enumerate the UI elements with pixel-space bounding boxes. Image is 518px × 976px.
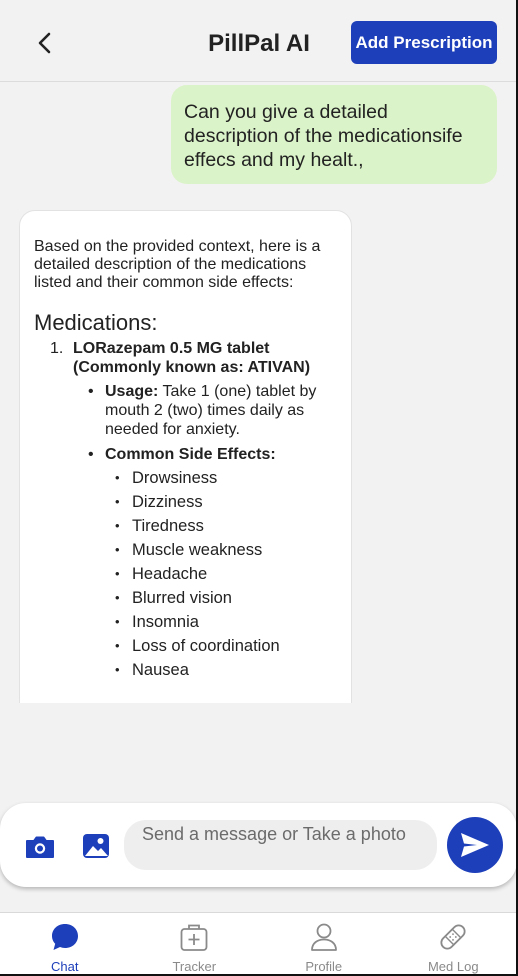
bullet-icon: • xyxy=(88,383,94,400)
medication-item: 1. LORazepam 0.5 MG tablet (Commonly kno… xyxy=(34,339,337,377)
tab-tracker[interactable]: Tracker xyxy=(130,913,260,976)
side-effect-item: • Insomnia xyxy=(115,613,199,631)
medication-number: 1. xyxy=(50,340,64,357)
tab-med-log[interactable]: Med Log xyxy=(389,913,518,976)
side-effect-item: • Headache xyxy=(115,565,208,583)
chat-messages[interactable]: Can you give a detailed description of t… xyxy=(0,83,518,703)
bullet-icon: • xyxy=(88,446,94,463)
medication-details: • Usage: Take 1 (one) tablet by mouth 2 … xyxy=(88,382,337,464)
user-message-text: Can you give a detailed description of t… xyxy=(184,101,463,171)
tab-label: Med Log xyxy=(427,959,479,974)
medications-heading: Medications: xyxy=(34,310,158,335)
tab-label: Profile xyxy=(305,959,343,974)
bot-message-bubble: Based on the provided context, here is a… xyxy=(19,210,352,703)
user-message-bubble: Can you give a detailed description of t… xyxy=(171,85,497,184)
side-effect-item: • Dizziness xyxy=(115,493,203,511)
side-effect-item: • Loss of coordination xyxy=(115,637,280,655)
medication-name: LORazepam 0.5 MG tablet (Commonly known … xyxy=(73,340,311,376)
side-effects-label: Common Side Effects: xyxy=(105,446,276,463)
image-icon xyxy=(83,834,109,858)
tab-profile[interactable]: Profile xyxy=(259,913,389,976)
side-effect-item: • Blurred vision xyxy=(115,589,232,607)
side-effect-item: • Nausea xyxy=(115,661,189,679)
status-bar xyxy=(0,0,518,8)
tab-label: Tracker xyxy=(172,959,217,974)
app-header: PillPal AI Add Prescription xyxy=(0,8,518,82)
send-button[interactable] xyxy=(447,817,503,873)
bandage-icon xyxy=(440,924,466,950)
bottom-tab-bar: Chat Tracker Profile Med Log xyxy=(0,912,518,976)
chat-bubble-icon xyxy=(51,924,78,950)
medication-list: 1. LORazepam 0.5 MG tablet (Commonly kno… xyxy=(34,339,337,682)
side-effect-item: • Muscle weakness xyxy=(115,541,263,559)
person-icon xyxy=(310,923,337,951)
usage-item: • Usage: Take 1 (one) tablet by mouth 2 … xyxy=(88,382,337,439)
add-prescription-button[interactable]: Add Prescription xyxy=(351,21,497,64)
gallery-button[interactable] xyxy=(81,831,111,861)
tab-chat[interactable]: Chat xyxy=(0,913,130,976)
tab-label: Chat xyxy=(51,959,79,974)
send-icon xyxy=(461,833,489,857)
message-input[interactable]: Send a message or Take a photo xyxy=(124,820,437,870)
medkit-icon xyxy=(180,924,208,951)
side-effect-item: • Tiredness xyxy=(115,517,204,535)
usage-label: Usage: xyxy=(105,383,159,400)
side-effects-list: • Drowsiness • Dizziness • Tiredness • Muscl… xyxy=(112,466,337,682)
camera-icon xyxy=(26,836,54,858)
side-effect-item: • Drowsiness xyxy=(115,469,218,487)
message-composer: Send a message or Take a photo xyxy=(0,803,517,887)
camera-button[interactable] xyxy=(24,833,56,861)
side-effects-item: • Common Side Effects: xyxy=(88,445,337,464)
bot-intro-text: Based on the provided context, here is a… xyxy=(34,238,321,291)
